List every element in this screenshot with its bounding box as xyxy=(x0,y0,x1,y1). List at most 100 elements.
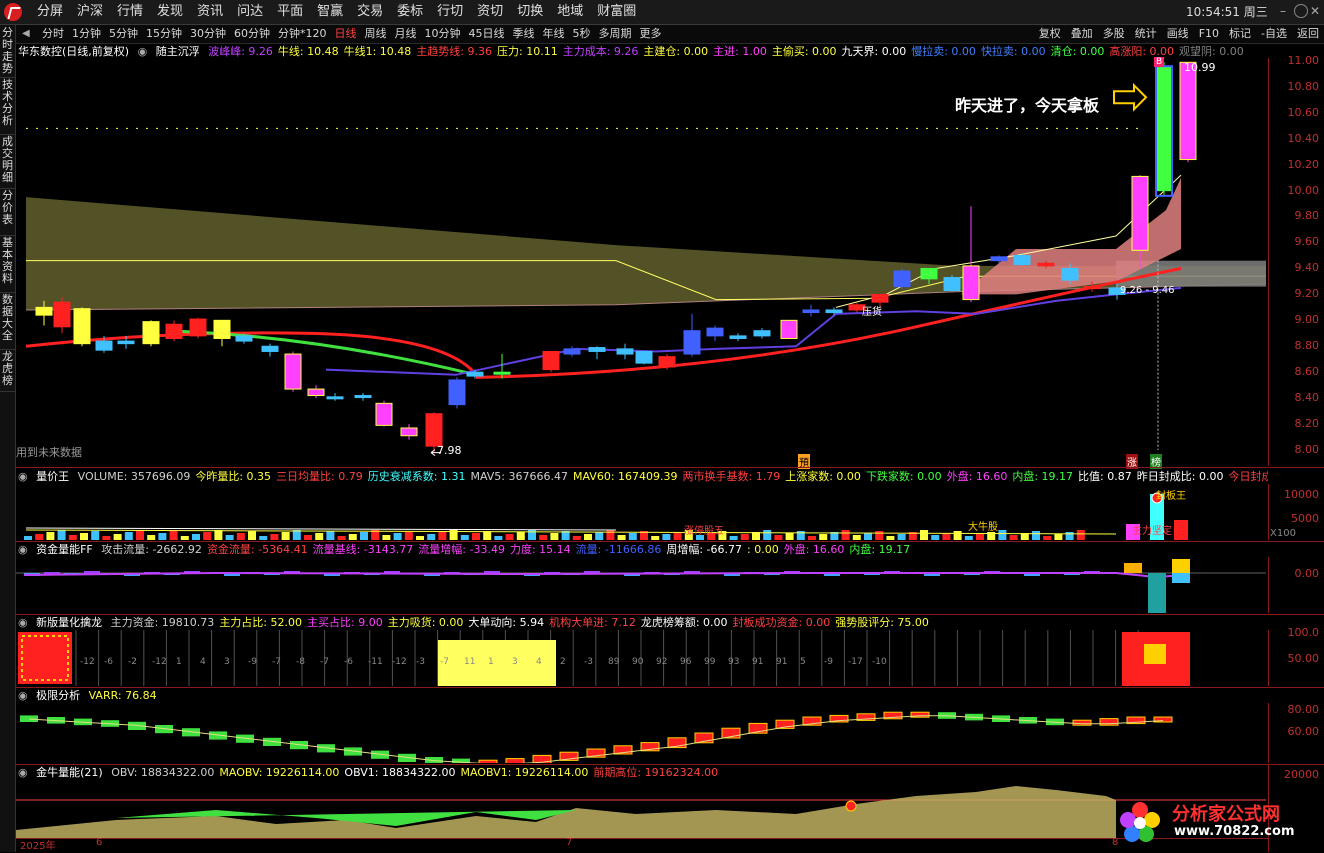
indicator-field: 九天界: 0.00 xyxy=(841,45,907,58)
menu-item[interactable]: 问达 xyxy=(230,0,270,24)
limit-info-row: ◉ 极限分析 VARR: 76.84 xyxy=(18,688,1268,703)
minimize-icon[interactable]: – xyxy=(1276,4,1290,18)
gear-icon[interactable]: ◉ xyxy=(18,543,28,556)
menu-item[interactable]: 智赢 xyxy=(310,0,350,24)
period-tab[interactable]: 60分钟 xyxy=(230,25,274,43)
volume-bar xyxy=(147,535,156,540)
fund-indicator-name[interactable]: 资金量能FF xyxy=(36,543,93,556)
left-tab[interactable]: 技术分析 xyxy=(0,79,15,135)
menu-item[interactable]: 地域 xyxy=(550,0,590,24)
menu-item[interactable]: 沪深 xyxy=(70,0,110,24)
dragon-cell: -6 xyxy=(104,657,113,667)
axis-tick-label: 9.40 xyxy=(1294,261,1320,275)
gear-icon[interactable]: ◉ xyxy=(138,45,148,58)
tool-button[interactable]: 标记 xyxy=(1224,25,1256,43)
period-tab[interactable]: 更多 xyxy=(636,25,666,43)
volume-bar xyxy=(225,535,234,540)
dragon-indicator-name[interactable]: 新版量化擒龙 xyxy=(36,616,102,629)
period-tab[interactable]: 日线 xyxy=(331,25,361,43)
limit-bar xyxy=(478,759,498,763)
left-tab[interactable]: 基本资料 xyxy=(0,237,15,293)
tool-button[interactable]: 返回 xyxy=(1292,25,1324,43)
close-icon[interactable]: ✕ xyxy=(1308,4,1322,18)
gear-icon[interactable]: ◉ xyxy=(18,616,28,629)
period-tab[interactable]: 周线 xyxy=(361,25,391,43)
stock-title[interactable]: 华东数控(日线,前复权) xyxy=(18,45,129,58)
candlestick-chart[interactable] xyxy=(16,58,1268,466)
period-tab[interactable]: 10分钟 xyxy=(421,25,465,43)
indicator-field: OBV1: 18834322.00 xyxy=(344,766,456,779)
menu-item[interactable]: 资讯 xyxy=(190,0,230,24)
tool-button[interactable]: 复权 xyxy=(1034,25,1066,43)
tool-button[interactable]: 统计 xyxy=(1130,25,1162,43)
volume-chart[interactable] xyxy=(16,484,1268,540)
limit-axis: 80.00 60.00 xyxy=(1268,703,1324,763)
menu-item[interactable]: 行情 xyxy=(110,0,150,24)
dragon-cell: -10 xyxy=(872,657,887,667)
period-tab[interactable]: 45日线 xyxy=(465,25,509,43)
tool-button[interactable]: -自选 xyxy=(1256,25,1292,43)
menu-item[interactable]: 交易 xyxy=(350,0,390,24)
period-tab[interactable]: 多周期 xyxy=(595,25,636,43)
period-tab[interactable]: 5分钟 xyxy=(105,25,142,43)
indicator-field: 今日封成比: 0.75 xyxy=(1228,470,1268,483)
candle-body xyxy=(261,345,279,352)
dragon-cell: -7 xyxy=(320,657,329,667)
app-logo-icon[interactable] xyxy=(4,3,22,21)
gear-icon[interactable]: ◉ xyxy=(18,689,28,702)
menu-item[interactable]: 平面 xyxy=(270,0,310,24)
left-tab[interactable]: 数据大全 xyxy=(0,294,15,350)
candle-body xyxy=(802,309,820,314)
volume-bar xyxy=(382,535,391,540)
indicator-field: 外盘: 16.60 xyxy=(783,543,845,556)
period-tab[interactable]: 月线 xyxy=(391,25,421,43)
menu-item[interactable]: 发现 xyxy=(150,0,190,24)
volume-bar xyxy=(1054,534,1063,540)
fund-flow-chart[interactable] xyxy=(16,557,1268,613)
left-tab[interactable]: 成交明细 xyxy=(0,136,15,189)
limit-indicator-name[interactable]: 极限分析 xyxy=(36,689,80,702)
volume-bar xyxy=(897,534,906,540)
tool-button[interactable]: 多股 xyxy=(1098,25,1130,43)
limit-chart[interactable] xyxy=(16,703,1268,763)
period-tab[interactable]: 15分钟 xyxy=(142,25,186,43)
period-tab[interactable]: 1分钟 xyxy=(68,25,105,43)
dragon-chart[interactable]: -12 -6 -2 -12 1 4 3 -9 -7 -8 -7 -6 -11 -12 -3 -7 11 1 3 4 2-… xyxy=(16,630,1268,686)
menu-item[interactable]: 行切 xyxy=(430,0,470,24)
dragon-cell: 3 xyxy=(512,657,518,667)
tool-button[interactable]: 叠加 xyxy=(1066,25,1098,43)
tool-button[interactable]: F10 xyxy=(1194,25,1224,43)
menu-item[interactable]: 资切 xyxy=(470,0,510,24)
dragon-cell: 91 xyxy=(776,657,787,667)
left-tab[interactable]: 分价表 xyxy=(0,190,15,236)
period-tab[interactable]: 5秒 xyxy=(569,25,595,43)
gear-icon[interactable]: ◉ xyxy=(18,470,28,483)
menu-item[interactable]: 切换 xyxy=(510,0,550,24)
tool-button[interactable]: 画线 xyxy=(1162,25,1194,43)
gear-icon[interactable]: ◉ xyxy=(18,766,28,779)
left-tab[interactable]: 分时走势 xyxy=(0,27,15,78)
period-tab[interactable]: 30分钟 xyxy=(186,25,230,43)
indicator-name[interactable]: 随主沉浮 xyxy=(156,45,200,58)
period-tab[interactable]: 年线 xyxy=(539,25,569,43)
candle-body xyxy=(588,347,606,352)
chevron-left-icon[interactable]: ◀ xyxy=(22,28,30,39)
obv-indicator-name[interactable]: 金牛量能(21) xyxy=(36,766,103,779)
flower-logo-icon xyxy=(1118,800,1162,844)
volume-indicator-name[interactable]: 量价王 xyxy=(36,470,69,483)
period-tab[interactable]: 分钟*120 xyxy=(274,25,331,43)
menu-item[interactable]: 委标 xyxy=(390,0,430,24)
period-tab[interactable]: 季线 xyxy=(509,25,539,43)
price-axis: 11.00 10.80 10.60 10.40 10.20 10.00 9.80 9.60 9.… xyxy=(1268,54,1324,466)
left-tab[interactable]: 龙虎榜 xyxy=(0,351,15,392)
volume-bar xyxy=(617,535,626,540)
user-icon[interactable] xyxy=(1294,4,1308,18)
period-tab[interactable]: 分时 xyxy=(38,25,68,43)
menu-item[interactable]: 财富圈 xyxy=(590,0,643,24)
menu-item[interactable]: 分屏 xyxy=(30,0,70,24)
candle-body xyxy=(466,371,484,377)
volume-bar xyxy=(404,531,413,540)
volume-bar xyxy=(976,534,984,540)
obv-chart[interactable] xyxy=(16,780,1268,838)
volume-bar xyxy=(427,534,436,540)
